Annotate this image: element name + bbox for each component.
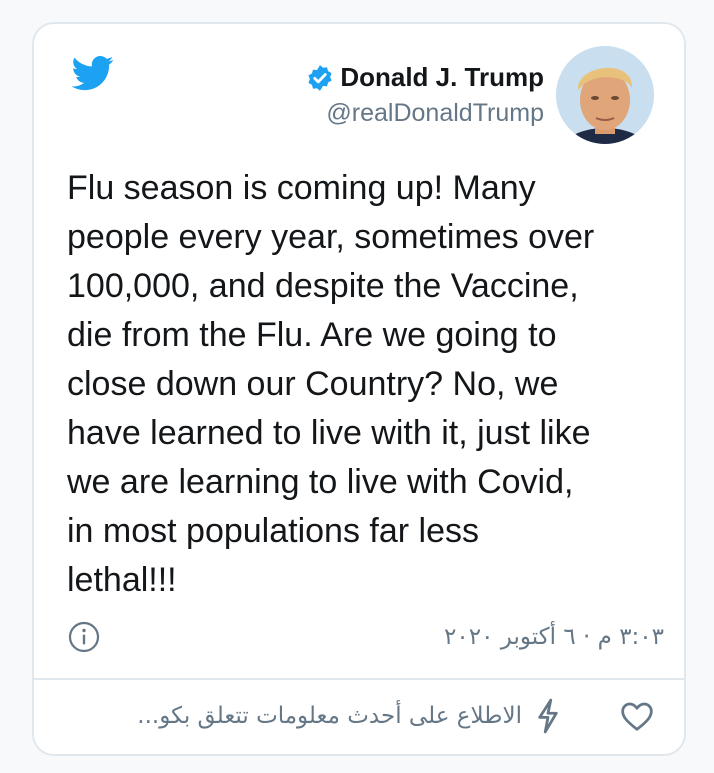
author-names: Donald J. Trump @realDonaldTrump [306, 62, 544, 128]
divider [34, 678, 684, 680]
tweet-author[interactable]: Donald J. Trump @realDonaldTrump [306, 46, 654, 144]
topics-link[interactable]: الاطلاع على أحدث معلومات تتعلق بكو... [137, 703, 522, 729]
twitter-bird-icon[interactable] [68, 52, 118, 94]
verified-badge-icon [308, 64, 332, 91]
author-display-name[interactable]: Donald J. Trump [340, 62, 544, 93]
author-name-row: Donald J. Trump [306, 62, 544, 93]
heart-icon[interactable] [620, 702, 654, 732]
tweet-timestamp[interactable]: ٣:٠٣ م · ٦ أكتوبر ٢٠٢٠ [444, 624, 664, 650]
tweet-card[interactable]: Donald J. Trump @realDonaldTrump Flu sea… [32, 22, 686, 756]
avatar-image [556, 46, 654, 144]
info-icon[interactable] [68, 621, 100, 653]
tweet-text: Flu season is coming up! Many people eve… [67, 169, 595, 599]
author-handle[interactable]: @realDonaldTrump [306, 99, 544, 128]
avatar[interactable] [556, 46, 654, 144]
lightning-bolt-icon[interactable] [535, 698, 561, 734]
